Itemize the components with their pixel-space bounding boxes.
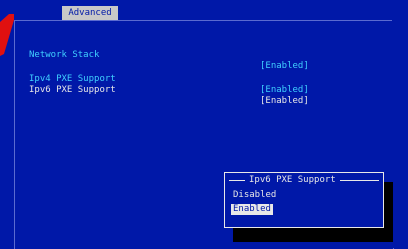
setting-row-ipv4-pxe[interactable]: Ipv4 PXE Support [Enabled]	[29, 63, 309, 95]
setting-label: Ipv6 PXE Support	[29, 85, 116, 95]
top-bar: Advanced	[0, 0, 408, 20]
setting-label: Network Stack	[29, 50, 100, 60]
setting-row-ipv6-pxe[interactable]: Ipv6 PXE Support [Enabled]	[29, 74, 309, 106]
popup-title: Ipv6 PXE Support	[245, 174, 340, 186]
tab-advanced[interactable]: Advanced	[62, 6, 118, 20]
setting-value: [Enabled]	[260, 61, 309, 71]
popup-option-enabled[interactable]: Enabled	[231, 204, 273, 215]
setting-value: [Enabled]	[260, 85, 309, 95]
setting-value: [Enabled]	[260, 96, 309, 106]
setting-row-network-stack[interactable]: Network Stack [Enabled]	[29, 39, 309, 71]
right-help-edge	[392, 20, 408, 248]
popup-option-disabled[interactable]: Disabled	[231, 190, 278, 201]
ipv6-pxe-popup[interactable]: Ipv6 PXE Support Disabled Enabled	[224, 172, 384, 228]
red-marker-shape	[0, 14, 14, 56]
